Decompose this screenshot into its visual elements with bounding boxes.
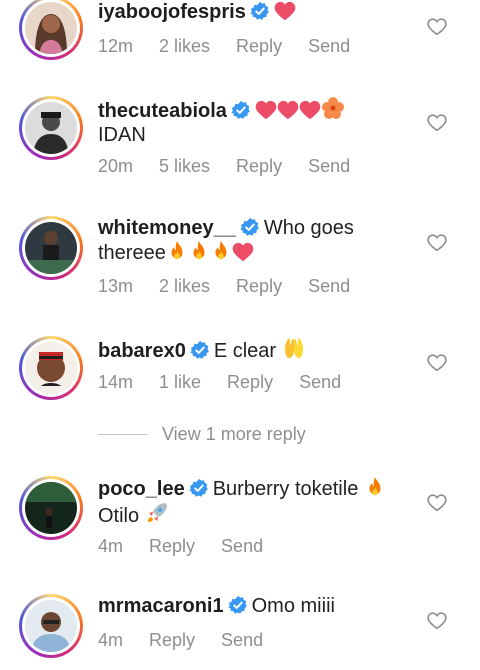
comment-body: Who goes: [263, 217, 354, 239]
reply-button[interactable]: Reply: [227, 372, 273, 392]
comment-body: IDAN: [98, 124, 146, 146]
timestamp: 4m: [98, 536, 124, 556]
timestamp: 4m: [98, 630, 124, 650]
comment-body: Omo miiii: [251, 595, 335, 617]
verified-icon: [190, 340, 210, 360]
fire-emoji-icon: [210, 240, 232, 262]
comment-body: E clear: [213, 340, 277, 362]
heart-emoji-icon: [277, 100, 299, 120]
username[interactable]: iyaboojofespris: [98, 1, 246, 23]
heart-emoji-icon: [232, 242, 254, 262]
likes-count[interactable]: 2 likes: [159, 36, 210, 56]
view-more-replies-button[interactable]: View 1 more reply: [98, 424, 306, 445]
avatar-image: [25, 342, 77, 394]
heart-emoji-icon: [299, 100, 321, 120]
avatar[interactable]: [19, 594, 83, 658]
like-heart-icon[interactable]: [427, 612, 447, 630]
avatar-image: [25, 482, 77, 534]
send-button[interactable]: Send: [221, 630, 263, 650]
avatar[interactable]: [19, 96, 83, 160]
rocket-emoji-icon: [145, 501, 169, 525]
send-button[interactable]: Send: [308, 36, 350, 56]
timestamp: 14m: [98, 372, 134, 392]
username[interactable]: babarex0: [98, 340, 186, 362]
divider: [98, 434, 148, 435]
send-button[interactable]: Send: [221, 536, 263, 556]
likes-count[interactable]: 1 like: [159, 372, 201, 392]
reply-button[interactable]: Reply: [149, 630, 195, 650]
comment-meta: 12m 2 likes Reply Send: [98, 36, 376, 57]
like-heart-icon[interactable]: [427, 114, 447, 132]
likes-count[interactable]: 2 likes: [159, 276, 210, 296]
timestamp: 12m: [98, 36, 134, 56]
comment-text: whitemoney__ Who goes thereee: [98, 216, 354, 265]
like-heart-icon[interactable]: [427, 234, 447, 252]
heart-emoji-icon: [255, 100, 277, 120]
username[interactable]: poco_lee: [98, 478, 185, 500]
heart-emoji-icon: [274, 1, 296, 21]
avatar[interactable]: [19, 216, 83, 280]
comment-body: Burberry toketile: [212, 478, 359, 500]
like-heart-icon[interactable]: [427, 18, 447, 36]
verified-icon: [240, 217, 260, 237]
verified-icon: [189, 478, 209, 498]
verified-icon: [231, 100, 251, 120]
hibiscus-emoji-icon: [321, 96, 345, 120]
send-button[interactable]: Send: [308, 276, 350, 296]
reply-button[interactable]: Reply: [149, 536, 195, 556]
reply-button[interactable]: Reply: [236, 36, 282, 56]
comment-meta: 4m Reply Send: [98, 630, 289, 651]
comment-text: poco_lee Burberry toketile Otilo: [98, 476, 386, 528]
comment-meta: 14m 1 like Reply Send: [98, 372, 367, 393]
fire-emoji-icon: [188, 240, 210, 262]
raised-hands-emoji-icon: [282, 336, 306, 360]
avatar[interactable]: [19, 476, 83, 540]
like-heart-icon[interactable]: [427, 354, 447, 372]
avatar[interactable]: [19, 0, 83, 60]
comment-body-line2: Otilo: [98, 505, 140, 527]
timestamp: 13m: [98, 276, 134, 296]
likes-count[interactable]: 5 likes: [159, 156, 210, 176]
comment-text: babarex0 E clear: [98, 336, 306, 363]
timestamp: 20m: [98, 156, 134, 176]
fire-emoji-icon: [364, 476, 386, 498]
username[interactable]: thecuteabiola: [98, 100, 227, 122]
reply-button[interactable]: Reply: [236, 276, 282, 296]
send-button[interactable]: Send: [308, 156, 350, 176]
avatar-image: [25, 600, 77, 652]
comment-text: iyaboojofespris: [98, 0, 296, 24]
comment-text: mrmacaroni1 Omo miiii: [98, 594, 335, 618]
avatar[interactable]: [19, 336, 83, 400]
comment-meta: 13m 2 likes Reply Send: [98, 276, 376, 297]
comment-body-line2: thereee: [98, 242, 166, 264]
reply-button[interactable]: Reply: [236, 156, 282, 176]
send-button[interactable]: Send: [299, 372, 341, 392]
comment-text: thecuteabiola IDAN: [98, 96, 345, 147]
verified-icon: [250, 1, 270, 21]
verified-icon: [228, 595, 248, 615]
comment-meta: 4m Reply Send: [98, 536, 289, 557]
avatar-image: [25, 102, 77, 154]
comment-meta: 20m 5 likes Reply Send: [98, 156, 376, 177]
username[interactable]: whitemoney__: [98, 217, 236, 239]
avatar-image: [25, 2, 77, 54]
view-more-replies-label[interactable]: View 1 more reply: [162, 424, 306, 445]
username[interactable]: mrmacaroni1: [98, 595, 224, 617]
fire-emoji-icon: [166, 240, 188, 262]
like-heart-icon[interactable]: [427, 494, 447, 512]
avatar-image: [25, 222, 77, 274]
